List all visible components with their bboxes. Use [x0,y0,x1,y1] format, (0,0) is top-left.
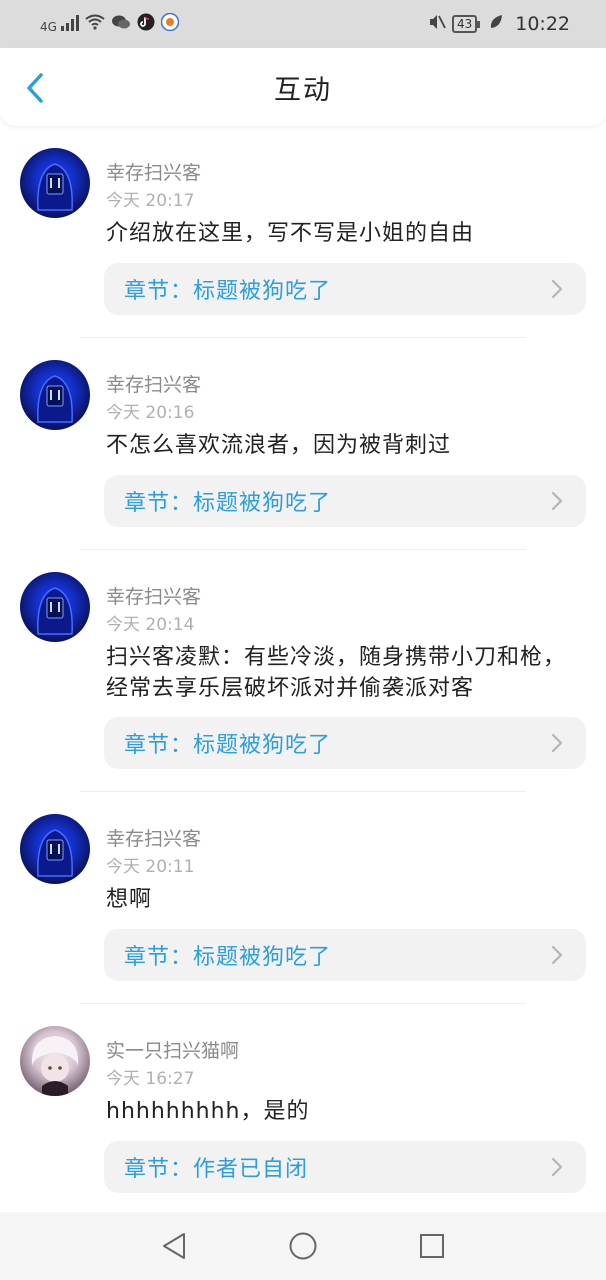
system-nav-bar [0,1212,606,1280]
comment-username[interactable]: 实一只扫兴猫啊 [106,1036,239,1063]
comment-item: 实一只扫兴猫啊 今天 16:27 hhhhhhhhh，是的 章节：作者已自闭 [0,1004,606,1216]
page-title: 互动 [274,74,332,106]
back-button[interactable] [20,70,50,106]
chevron-right-icon [551,279,563,299]
chapter-link[interactable]: 章节：标题被狗吃了 [104,717,586,769]
chapter-label: 章节：标题被狗吃了 [124,733,332,758]
wechat-icon [111,14,131,34]
comment-text: 扫兴客凌默：有些冷淡，随身携带小刀和枪，经常去享乐层破坏派对并偷袭派对客 [106,645,567,701]
wifi-icon [85,14,105,34]
nav-back-button[interactable] [154,1226,194,1266]
status-right: 43 10:22 [428,13,570,35]
chevron-right-icon [551,491,563,511]
nav-recents-button[interactable] [412,1226,452,1266]
avatar[interactable] [20,148,90,218]
comment-timestamp: 今天 16:27 [106,1069,195,1089]
avatar[interactable] [20,572,90,642]
status-time: 10:22 [515,13,570,35]
comment-timestamp: 今天 20:16 [106,403,195,423]
comment-text: 不怎么喜欢流浪者，因为被背刺过 [106,433,452,458]
comment-text: hhhhhhhhh，是的 [106,1099,310,1124]
comment-username[interactable]: 幸存扫兴客 [106,582,201,609]
header: 互动 [0,48,606,126]
comment-timestamp: 今天 20:11 [106,857,195,877]
comment-timestamp: 今天 20:17 [106,191,195,211]
chapter-link[interactable]: 章节：标题被狗吃了 [104,929,586,981]
square-recents-icon [419,1234,444,1258]
comment-feed[interactable]: 幸存扫兴客 今天 20:17 介绍放在这里，写不写是小姐的自由 章节：标题被狗吃… [0,126,606,1216]
app-icon [160,12,180,35]
chapter-label: 章节：作者已自闭 [124,1157,309,1182]
signal-icon: 4G [40,14,79,34]
comment-username[interactable]: 幸存扫兴客 [106,824,201,851]
leaf-icon [489,14,503,34]
chevron-right-icon [551,1157,563,1177]
chapter-link[interactable]: 章节：作者已自闭 [104,1141,586,1193]
comment-item: 幸存扫兴客 今天 20:11 想啊 章节：标题被狗吃了 [0,792,606,1004]
comment-item: 幸存扫兴客 今天 20:16 不怎么喜欢流浪者，因为被背刺过 章节：标题被狗吃了 [0,338,606,550]
circle-home-icon [289,1232,317,1260]
status-left: 4G [40,12,180,35]
comment-text: 介绍放在这里，写不写是小姐的自由 [106,221,475,246]
nav-home-button[interactable] [283,1226,323,1266]
chapter-link[interactable]: 章节：标题被狗吃了 [104,263,586,315]
avatar[interactable] [20,360,90,430]
comment-timestamp: 今天 20:14 [106,615,195,635]
battery-icon: 43 [451,15,481,33]
comment-username[interactable]: 幸存扫兴客 [106,158,201,185]
chapter-link[interactable]: 章节：标题被狗吃了 [104,475,586,527]
chevron-right-icon [551,945,563,965]
mute-icon [428,13,446,35]
tiktok-icon [137,13,155,35]
network-type: 4G [40,19,57,34]
avatar[interactable] [20,814,90,884]
comment-item: 幸存扫兴客 今天 20:14 扫兴客凌默：有些冷淡，随身携带小刀和枪，经常去享乐… [0,550,606,792]
chevron-left-icon [27,73,43,103]
chapter-label: 章节：标题被狗吃了 [124,279,332,304]
chapter-label: 章节：标题被狗吃了 [124,945,332,970]
comment-item: 幸存扫兴客 今天 20:17 介绍放在这里，写不写是小姐的自由 章节：标题被狗吃… [0,126,606,338]
triangle-back-icon [163,1233,186,1259]
status-bar: 4G 43 10:22 [0,0,606,48]
comment-text: 想啊 [106,887,153,912]
chapter-label: 章节：标题被狗吃了 [124,491,332,516]
chevron-right-icon [551,733,563,753]
avatar[interactable] [20,1026,90,1096]
comment-username[interactable]: 幸存扫兴客 [106,370,201,397]
